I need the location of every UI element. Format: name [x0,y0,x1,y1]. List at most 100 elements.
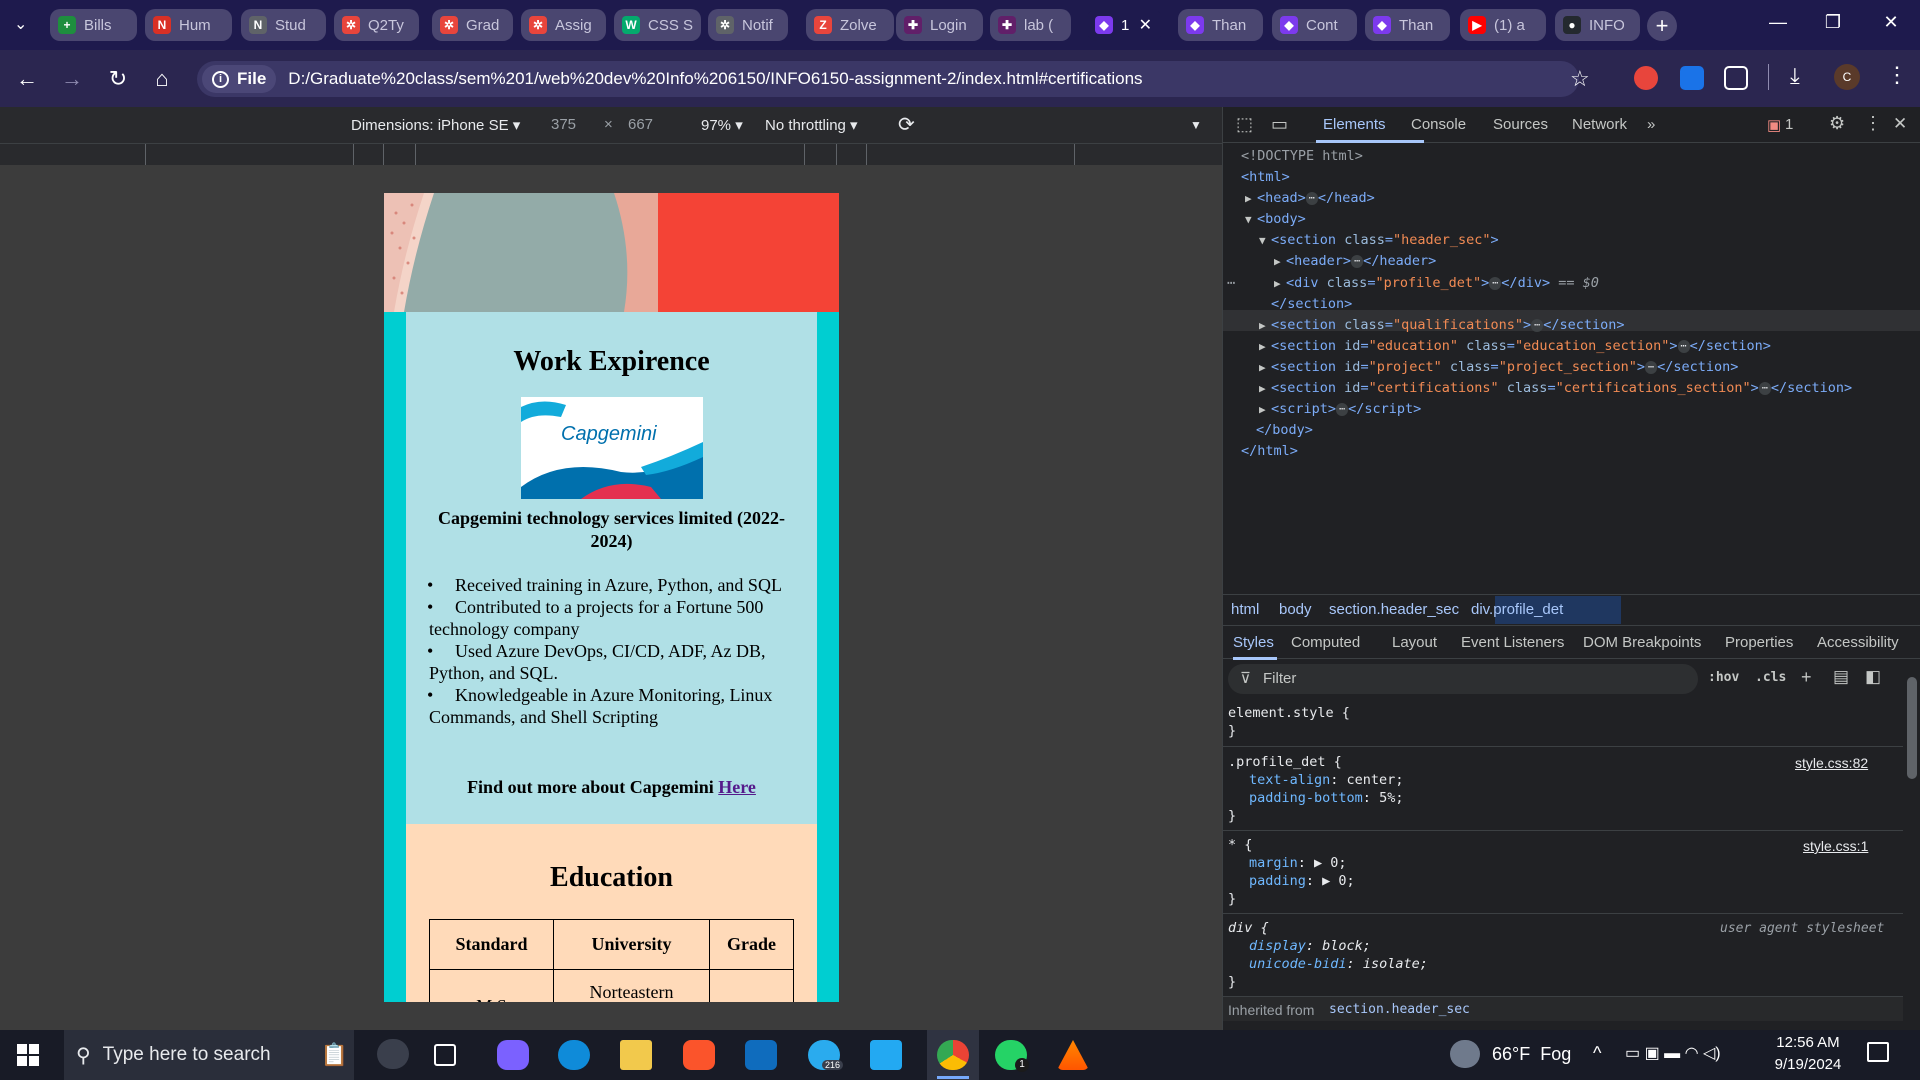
subtab-layout[interactable]: Layout [1392,634,1437,651]
browser-tab[interactable]: + Bills [50,9,137,41]
dom-div-profile[interactable]: ▶ <div class="profile_det"> ⋯ </div> == $0 [1274,273,1599,294]
style-source-link[interactable]: style.css:82 [1795,754,1868,772]
dom-body-close[interactable]: </body> [1256,420,1313,441]
dom-html-open[interactable]: <html> [1241,167,1290,188]
tray-icons[interactable]: ▭ ▣ ▬ ◠ ◁) [1625,1043,1721,1063]
extension-red-icon[interactable] [1634,66,1658,90]
browser-tab[interactable]: ◆ 1 ✕ [1087,9,1162,41]
issues-count[interactable]: 1 [1785,116,1793,133]
breadcrumb-item[interactable]: section.header_sec [1329,601,1459,618]
device-width-input[interactable]: 375 [551,116,576,133]
style-selector[interactable]: element.style { [1228,704,1350,722]
ellipsis-icon[interactable]: ⋯ [1489,276,1502,290]
dom-section-education[interactable]: ▶ <section id="education" class="educatio… [1259,336,1771,357]
browser-tab[interactable]: N Stud [241,9,326,41]
expand-triangle-icon[interactable]: ▶ [1245,188,1257,209]
capgemini-link[interactable]: Here [718,777,756,797]
expand-triangle-icon[interactable]: ▶ [1259,399,1271,420]
breadcrumb-item[interactable]: div.profile_det [1471,601,1563,618]
dom-head[interactable]: ▶ <head> ⋯ </head> [1245,188,1375,209]
bookmark-star-icon[interactable]: ☆ [1570,66,1590,92]
ellipsis-icon[interactable]: ⋯ [1531,318,1544,332]
style-prop[interactable]: text-align: center; [1249,771,1403,789]
back-icon[interactable]: ← [12,66,42,92]
vscode-icon[interactable] [870,1040,902,1070]
styles-filter-input[interactable]: ⊽ Filter [1228,664,1698,694]
styles-scrollbar[interactable] [1903,663,1920,1030]
extensions-puzzle-icon[interactable] [1724,66,1748,90]
dom-body[interactable]: ▼ <body> [1245,209,1306,230]
taskbar-search[interactable]: ⚲ Type here to search 📋 [64,1030,354,1080]
download-icon[interactable]: ⤓ [1790,63,1800,89]
style-prop[interactable]: padding: ▶ 0; [1249,872,1355,890]
new-rule-icon[interactable]: + [1801,667,1812,688]
close-tab-icon[interactable]: ✕ [1139,15,1152,35]
device-options-icon[interactable]: ▼ [1190,118,1202,132]
dom-header[interactable]: ▶ <header> ⋯ </header> [1274,251,1436,272]
reload-icon[interactable]: ↻ [103,66,133,92]
style-selector[interactable]: div { [1228,919,1269,937]
tab-search-icon[interactable]: ⌄ [14,14,27,34]
expand-triangle-icon[interactable]: ▶ [1274,251,1286,272]
close-devtools-icon[interactable]: ✕ [1893,114,1907,134]
badge-widget-icon[interactable] [377,1039,409,1069]
collapse-triangle-icon[interactable]: ▼ [1259,230,1271,251]
hov-toggle[interactable]: :hov [1708,670,1739,685]
device-dimensions-select[interactable]: Dimensions: iPhone SE ▾ [351,116,520,134]
expand-triangle-icon[interactable]: ▶ [1259,378,1271,399]
browser-tab[interactable]: ✲ Grad [432,9,513,41]
style-prop[interactable]: margin: ▶ 0; [1249,854,1347,872]
expand-triangle-icon[interactable]: ▶ [1259,336,1271,357]
browser-tab[interactable]: ✲ Notif [708,9,788,41]
tab-console[interactable]: Console [1411,116,1466,133]
rotate-icon[interactable]: ⟳ [898,112,915,137]
sidebar-toggle-icon[interactable]: ◧ [1865,667,1881,687]
new-tab-button[interactable]: + [1647,11,1677,41]
subtab-computed[interactable]: Computed [1291,634,1360,651]
throttling-select[interactable]: No throttling ▾ [765,116,858,134]
browser-tab[interactable]: ◆ Cont [1272,9,1357,41]
edge-icon[interactable] [558,1040,590,1070]
expand-triangle-icon[interactable]: ▶ [1274,273,1286,294]
ellipsis-icon[interactable]: ⋯ [1305,191,1318,205]
file-explorer-icon[interactable] [620,1040,652,1070]
more-tabs-icon[interactable]: » [1647,116,1655,133]
dom-doctype[interactable]: <!DOCTYPE html> [1241,146,1363,167]
windows-start-icon[interactable] [17,1044,39,1066]
site-info-chip[interactable]: i File [202,65,277,93]
tab-network[interactable]: Network [1572,116,1627,133]
browser-tab[interactable]: N Hum [145,9,232,41]
expand-triangle-icon[interactable]: ▶ [1259,357,1271,378]
clock-time[interactable]: 12:56 AM [1768,1034,1848,1051]
browser-tab[interactable]: ✚ lab ( [990,9,1071,41]
task-view-icon[interactable] [434,1044,456,1066]
home-icon[interactable]: ⌂ [147,66,177,92]
profile-avatar[interactable]: C [1834,64,1860,90]
devtools-menu-icon[interactable]: ⋮ [1864,113,1882,134]
browser-tab[interactable]: ◆ Than [1365,9,1450,41]
weather-cloud-icon[interactable] [1450,1040,1480,1068]
browser-tab[interactable]: W CSS S [614,9,701,41]
breadcrumb-item[interactable]: html [1231,601,1259,618]
dom-line-menu-icon[interactable]: ⋯ [1227,273,1235,294]
browser-tab[interactable]: ▶ (1) a [1460,9,1546,41]
address-bar[interactable]: i File D:/Graduate%20class/sem%201/web%2… [197,61,1579,97]
device-height-input[interactable]: 667 [628,116,653,133]
copilot-icon[interactable] [497,1040,529,1070]
notification-center-icon[interactable] [1867,1042,1889,1062]
paint-icon[interactable]: ▤ [1833,667,1849,687]
dom-section-header[interactable]: ▼ <section class="header_sec"> [1259,230,1499,251]
style-source-link[interactable]: style.css:1 [1803,837,1868,855]
subtab-properties[interactable]: Properties [1725,634,1793,651]
dom-section-qualifications[interactable]: ▶ <section class="qualifications"> ⋯ </sect… [1259,315,1624,336]
browser-tab[interactable]: Z Zolve [806,9,894,41]
subtab-styles[interactable]: Styles [1233,634,1274,651]
scrollbar-thumb[interactable] [1907,677,1917,779]
dom-section-project[interactable]: ▶ <section id="project" class="project_se… [1259,357,1738,378]
expand-triangle-icon[interactable]: ▶ [1259,315,1271,336]
clock-date[interactable]: 9/19/2024 [1768,1056,1848,1073]
tab-elements[interactable]: Elements [1323,116,1386,133]
notes-widget-icon[interactable]: 📋 [321,1042,348,1068]
menu-kebab-icon[interactable]: ⋮ [1886,62,1908,88]
dom-script[interactable]: ▶ <script> ⋯ </script> [1259,399,1421,420]
